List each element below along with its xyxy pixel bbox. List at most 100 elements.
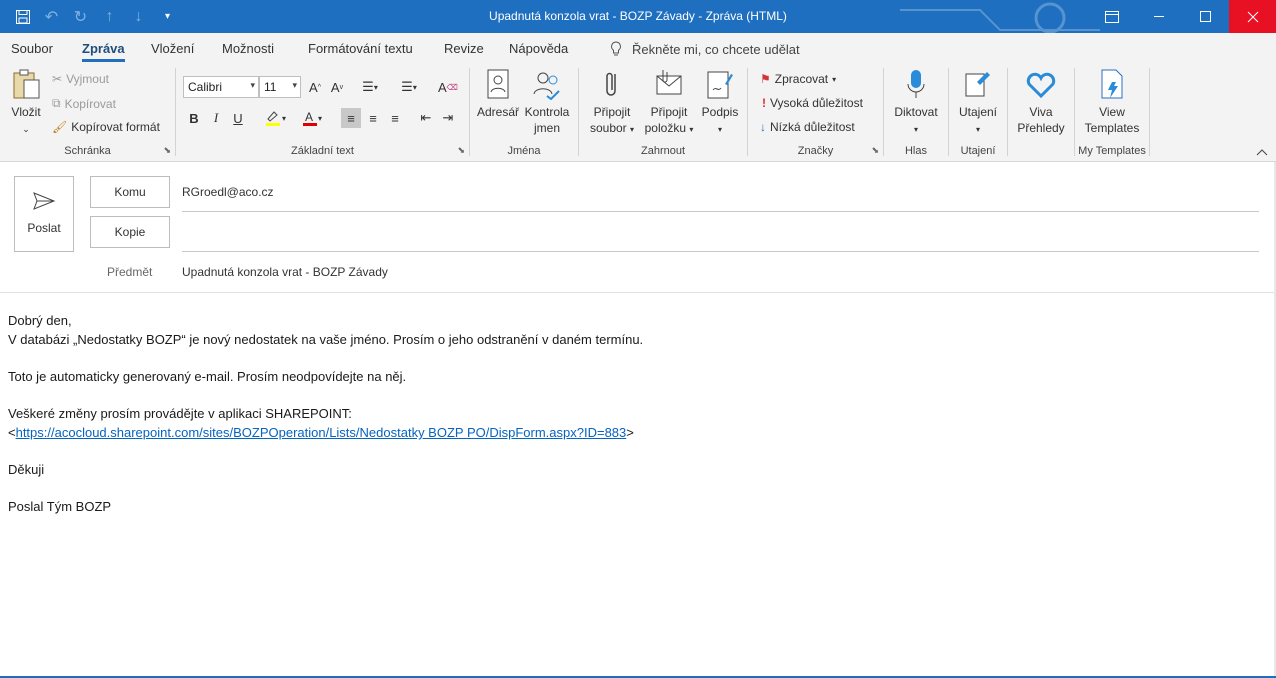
message-header: Poslat Komu RGroedl@aco.cz Kopie Předmět… bbox=[0, 162, 1276, 293]
numbering-icon[interactable]: ☰ ▾ bbox=[394, 77, 424, 97]
send-button[interactable]: Poslat bbox=[14, 176, 74, 252]
dialog-launcher-icon[interactable]: ⬊ bbox=[163, 145, 171, 156]
high-importance-button[interactable]: ! Vysoká důležitost bbox=[762, 96, 863, 110]
group-label-my-templates: My Templates bbox=[1078, 145, 1146, 157]
scissors-icon: ✂ bbox=[52, 72, 63, 86]
address-book-button[interactable]: Adresář bbox=[476, 68, 520, 120]
to-button[interactable]: Komu bbox=[90, 176, 170, 208]
subject-field[interactable]: Upadnutá konzola vrat - BOZP Závady bbox=[182, 265, 388, 279]
font-name-value: Calibri bbox=[188, 80, 223, 94]
font-size-value: 11 bbox=[264, 80, 277, 94]
body-greeting: Dobrý den, bbox=[8, 313, 72, 328]
tab-message[interactable]: Zpráva bbox=[82, 41, 125, 62]
underline-icon[interactable]: U bbox=[228, 108, 248, 128]
group-basic-text: Calibri ▾ 11 ▾ A ^ Av ☰ ▾ ☰ ▾ A ⌫ B I U ▾ A ▾… bbox=[176, 64, 469, 160]
dictate-label: Diktovat bbox=[894, 105, 938, 119]
viva-insights-button[interactable]: Viva Přehledy bbox=[1012, 68, 1070, 136]
chevron-down-icon: ▾ bbox=[975, 125, 980, 134]
link-open-bracket: < bbox=[8, 425, 16, 440]
follow-up-button[interactable]: ⚑ Zpracovat ▾ bbox=[760, 72, 836, 86]
decrease-indent-icon[interactable]: ⇤ bbox=[416, 108, 436, 128]
window-title: Upadnutá konzola vrat - BOZP Závady - Zp… bbox=[489, 9, 787, 23]
ribbon-display-options-icon[interactable] bbox=[1089, 0, 1135, 33]
sensitivity-button[interactable]: Utajení ▾ bbox=[953, 68, 1003, 138]
sensitivity-label: Utajení bbox=[958, 105, 998, 119]
link-close-bracket: > bbox=[626, 425, 634, 440]
align-right-icon[interactable]: ≡ bbox=[385, 108, 405, 128]
font-name-combo[interactable]: Calibri ▾ bbox=[183, 76, 259, 98]
templates-icon bbox=[1101, 69, 1123, 99]
font-size-combo[interactable]: 11 ▾ bbox=[259, 76, 301, 98]
group-names: Adresář Kontrola jmen Jména bbox=[470, 64, 578, 160]
tab-format-text[interactable]: Formátování textu bbox=[308, 41, 413, 56]
group-viva: Viva Přehledy bbox=[1008, 64, 1074, 160]
low-importance-button[interactable]: ↓ Nízká důležitost bbox=[760, 120, 855, 134]
low-importance-label: Nízká důležitost bbox=[770, 120, 855, 134]
group-label-clipboard: Schránka bbox=[64, 145, 111, 157]
collapse-ribbon-icon[interactable] bbox=[1256, 147, 1268, 159]
signature-button[interactable]: Podpis ▾ bbox=[699, 68, 741, 138]
close-icon[interactable] bbox=[1229, 0, 1276, 33]
bullets-icon[interactable]: ☰ ▾ bbox=[356, 77, 384, 97]
cut-button[interactable]: ✂ Vyjmout bbox=[52, 72, 109, 86]
chevron-down-icon: ▾ bbox=[689, 125, 694, 134]
dialog-launcher-icon[interactable]: ⬊ bbox=[457, 145, 465, 156]
cut-label: Vyjmout bbox=[66, 72, 109, 86]
tab-file[interactable]: Soubor bbox=[11, 41, 53, 56]
address-book-label: Adresář bbox=[476, 105, 520, 119]
message-body[interactable]: Dobrý den, V databázi „Nedostatky BOZP“ … bbox=[8, 311, 1268, 516]
dialog-launcher-icon[interactable]: ⬊ bbox=[871, 145, 879, 156]
view-templates-button[interactable]: View Templates bbox=[1079, 68, 1145, 136]
exclamation-icon: ! bbox=[762, 96, 766, 110]
signature-icon bbox=[707, 71, 733, 99]
italic-icon[interactable]: I bbox=[206, 108, 226, 128]
dictate-button[interactable]: Diktovat ▾ bbox=[890, 68, 942, 138]
group-label-tags: Značky bbox=[797, 145, 834, 157]
attach-file-label-1: Připojit bbox=[593, 105, 631, 119]
copy-button[interactable]: ⧉ Kopírovat bbox=[52, 96, 116, 111]
paste-button[interactable]: Vložit ⌄ bbox=[8, 68, 44, 137]
attach-item-button[interactable]: Připojit položku ▾ bbox=[641, 68, 697, 138]
check-names-button[interactable]: Kontrola jmen bbox=[521, 68, 573, 136]
group-voice: Diktovat ▾ Hlas bbox=[884, 64, 948, 160]
tell-me-box[interactable]: Řekněte mi, co chcete udělat bbox=[610, 41, 800, 57]
align-left-icon[interactable]: ≡ bbox=[341, 108, 361, 128]
tab-insert[interactable]: Vložení bbox=[151, 41, 194, 56]
bold-icon[interactable]: B bbox=[184, 108, 204, 128]
viva-label-2: Přehledy bbox=[1017, 121, 1065, 135]
minimize-icon[interactable] bbox=[1137, 0, 1183, 33]
shrink-font-icon[interactable]: Av bbox=[327, 77, 347, 97]
subject-label: Předmět bbox=[107, 265, 153, 279]
cc-button[interactable]: Kopie bbox=[90, 216, 170, 248]
attach-file-button[interactable]: Připojit soubor ▾ bbox=[587, 68, 637, 138]
tab-options[interactable]: Možnosti bbox=[222, 41, 274, 56]
font-color-icon[interactable]: A ▾ bbox=[297, 108, 327, 128]
to-field[interactable]: RGroedl@aco.cz bbox=[182, 185, 274, 199]
address-book-icon bbox=[487, 69, 509, 99]
follow-up-label: Zpracovat bbox=[774, 72, 829, 86]
format-painter-label: Kopírovat formát bbox=[71, 120, 160, 134]
group-separator bbox=[1149, 68, 1150, 156]
paste-label: Vložit bbox=[11, 105, 41, 119]
increase-indent-icon[interactable]: ⇥ bbox=[438, 108, 458, 128]
tab-review[interactable]: Revize bbox=[444, 41, 484, 56]
chevron-down-icon: ▾ bbox=[630, 125, 635, 134]
cc-field[interactable] bbox=[182, 225, 1259, 241]
grow-font-icon[interactable]: A ^ bbox=[305, 77, 325, 97]
signature-label: Podpis bbox=[701, 105, 739, 119]
maximize-icon[interactable] bbox=[1183, 0, 1229, 33]
tab-help[interactable]: Nápověda bbox=[509, 41, 568, 56]
ribbon: Vložit ⌄ ✂ Vyjmout ⧉ Kopírovat 🖌 Kopírov… bbox=[0, 64, 1276, 162]
format-painter-button[interactable]: 🖌 Kopírovat formát bbox=[52, 120, 160, 134]
body-link-line: <https://acocloud.sharepoint.com/sites/B… bbox=[8, 423, 1268, 442]
highlight-icon[interactable]: ▾ bbox=[260, 108, 290, 128]
attach-item-label-2: položku bbox=[644, 121, 686, 135]
body-signature: Poslal Tým BOZP bbox=[8, 499, 112, 514]
check-names-label-1: Kontrola bbox=[524, 105, 570, 119]
chevron-down-icon: ▾ bbox=[832, 74, 837, 84]
sharepoint-link[interactable]: https://acocloud.sharepoint.com/sites/BO… bbox=[16, 425, 627, 440]
paperclip-icon bbox=[606, 72, 616, 96]
clear-formatting-icon[interactable]: A ⌫ bbox=[438, 77, 458, 97]
align-center-icon[interactable]: ≡ bbox=[363, 108, 383, 128]
check-names-icon bbox=[533, 72, 560, 100]
